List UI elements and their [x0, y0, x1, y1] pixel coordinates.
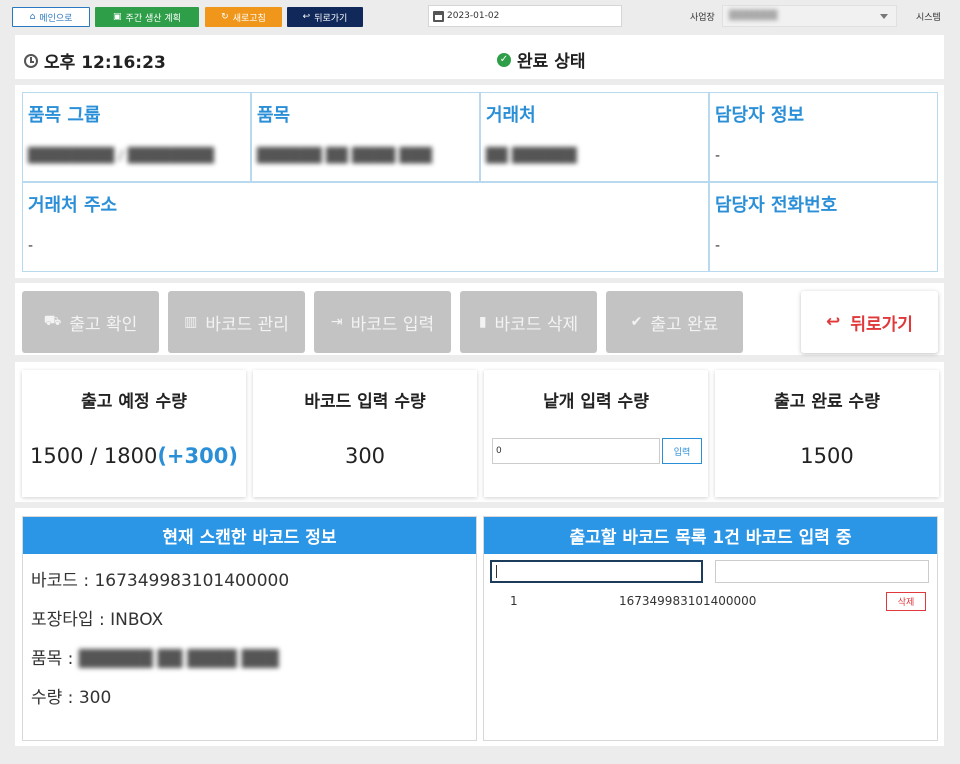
barcode-qty-label: 바코드 입력 수량 — [304, 392, 426, 412]
vendor-address-cell: 거래처 주소 - — [22, 182, 709, 272]
barcode-panels: 현재 스캔한 바코드 정보 바코드 : 167349983101400000 포… — [15, 508, 944, 746]
barcode-manage-label: 바코드 관리 — [205, 314, 289, 335]
top-back-button[interactable]: ↩ 뒤로가기 — [287, 7, 363, 27]
item-group-cell: 품목 그룹 ████████ / ████████ — [22, 92, 251, 182]
info-panel: 품목 그룹 ████████ / ████████ 품목 ██████ ██ █… — [15, 85, 944, 278]
barcode-delete-label: 바코드 삭제 — [494, 314, 579, 335]
list-row-number: 1 — [510, 594, 518, 608]
time-text: 오후 12:16:23 — [44, 53, 166, 73]
barcode-input-button[interactable]: ⇥ 바코드 입력 — [314, 291, 451, 353]
scanned-item-value: ██████ ██ ████ ███ — [78, 649, 279, 668]
planned-qty-extra: (+300) — [157, 444, 238, 468]
check-circle-icon: ✔ — [630, 314, 643, 330]
piece-qty-card: 낱개 입력 수량 0 입력 — [484, 370, 708, 497]
scanned-item-line: 품목 : ██████ ██ ████ ███ — [31, 644, 279, 669]
truck-icon: ⛟ — [43, 313, 62, 329]
refresh-icon: ↻ — [221, 12, 229, 22]
manager-phone-value: - — [715, 238, 721, 254]
sign-in-icon: ⇥ — [330, 314, 343, 330]
main-button[interactable]: ⌂ 메인으로 — [12, 7, 90, 27]
vendor-value: ██ ██████ — [486, 148, 577, 164]
status-text: 완료 상태 — [517, 52, 586, 72]
manager-phone-cell: 담당자 전화번호 - — [709, 182, 938, 272]
barcode-delete-button[interactable]: ▮ 바코드 삭제 — [460, 291, 597, 353]
item-label: 품목 — [257, 105, 291, 126]
scanned-item-prefix: 품목 : — [31, 649, 74, 669]
barcode-manage-button[interactable]: ▥ 바코드 관리 — [168, 291, 305, 353]
trash-icon: ▮ — [478, 314, 487, 330]
return-arrow-icon: ↩ — [302, 12, 311, 22]
barcode-search-input[interactable] — [715, 560, 929, 583]
weekly-plan-button[interactable]: ▣ 주간 생산 계획 — [95, 7, 199, 27]
list-row-delete-button[interactable]: 삭제 — [886, 592, 926, 611]
list-row-barcode: 167349983101400000 — [619, 594, 757, 608]
planned-qty-label: 출고 예정 수량 — [81, 392, 187, 412]
ship-complete-label: 출고 완료 — [650, 314, 719, 335]
site-label: 사업장 — [690, 13, 715, 23]
planned-qty-value: 1500 / 1800(+300) — [30, 444, 238, 468]
manager-label: 담당자 정보 — [715, 105, 805, 126]
barcode-qty-card: 바코드 입력 수량 300 — [253, 370, 477, 497]
return-arrow-icon: ↩ — [826, 312, 841, 332]
item-group-value: ████████ / ████████ — [28, 148, 214, 164]
date-picker[interactable]: 2023-01-02 — [428, 5, 622, 27]
home-icon: ⌂ — [29, 12, 36, 22]
current-time: 오후 12:16:23 — [24, 48, 166, 73]
refresh-label: 새로고침 — [232, 13, 266, 24]
item-group-label: 품목 그룹 — [28, 105, 101, 126]
date-value: 2023-01-02 — [447, 11, 500, 21]
weekly-plan-label: 주간 생산 계획 — [125, 13, 181, 24]
action-bar: ⛟ 출고 확인 ▥ 바코드 관리 ⇥ 바코드 입력 ▮ 바코드 삭제 ✔ 출고 … — [15, 283, 944, 355]
status-bar: 오후 12:16:23 ✓ 완료 상태 — [15, 35, 944, 79]
vendor-address-label: 거래처 주소 — [28, 195, 118, 216]
barcode-icon: ▥ — [184, 314, 198, 330]
quantity-panel: 출고 예정 수량 1500 / 1800(+300) 바코드 입력 수량 300… — [15, 362, 944, 502]
scanned-barcode-line: 바코드 : 167349983101400000 — [31, 571, 290, 591]
chevron-down-icon — [880, 14, 888, 19]
back-label: 뒤로가기 — [850, 314, 913, 335]
scanned-packing-line: 포장타입 : INBOX — [31, 610, 164, 630]
vendor-address-value: - — [28, 238, 34, 254]
clock-icon — [24, 53, 38, 68]
ship-confirm-button[interactable]: ⛟ 출고 확인 — [22, 291, 159, 353]
item-value: ██████ ██ ████ ███ — [257, 148, 432, 164]
manager-value: - — [715, 148, 721, 164]
completed-qty-label: 출고 완료 수량 — [774, 392, 880, 412]
piece-qty-input[interactable]: 0 — [492, 438, 660, 464]
barcode-scan-input[interactable] — [490, 560, 703, 583]
main-button-label: 메인으로 — [39, 13, 73, 24]
site-value: ███████ — [729, 11, 778, 21]
refresh-button[interactable]: ↻ 새로고침 — [205, 7, 282, 27]
scanned-quantity-line: 수량 : 300 — [31, 688, 112, 708]
completed-qty-card: 출고 완료 수량 1500 — [715, 370, 939, 497]
scanned-barcode-title: 현재 스캔한 바코드 정보 — [23, 517, 476, 554]
back-button[interactable]: ↩ 뒤로가기 — [801, 291, 938, 353]
ship-barcode-list-box: 출고할 바코드 목록 1건 바코드 입력 중 1 167349983101400… — [483, 516, 938, 741]
top-back-label: 뒤로가기 — [314, 13, 348, 24]
ship-confirm-label: 출고 확인 — [69, 314, 138, 335]
completed-qty-value: 1500 — [800, 444, 854, 468]
calendar-icon — [433, 10, 444, 22]
ship-complete-button[interactable]: ✔ 출고 완료 — [606, 291, 743, 353]
ship-barcode-list-title: 출고할 바코드 목록 1건 바코드 입력 중 — [484, 517, 937, 554]
top-toolbar: ⌂ 메인으로 ▣ 주간 생산 계획 ↻ 새로고침 ↩ 뒤로가기 2023-01-… — [0, 0, 960, 32]
system-menu[interactable]: 시스템 — [916, 10, 941, 23]
piece-qty-label: 낱개 입력 수량 — [543, 392, 649, 412]
barcode-input-label: 바코드 입력 — [350, 314, 435, 335]
planned-qty-card: 출고 예정 수량 1500 / 1800(+300) — [22, 370, 246, 497]
manager-phone-label: 담당자 전화번호 — [715, 195, 838, 216]
vendor-cell: 거래처 ██ ██████ — [480, 92, 709, 182]
check-circle-icon: ✓ — [497, 52, 511, 67]
barcode-qty-value: 300 — [344, 444, 386, 468]
status-indicator: ✓ 완료 상태 — [497, 47, 585, 72]
manager-cell: 담당자 정보 - — [709, 92, 938, 182]
vendor-label: 거래처 — [486, 105, 536, 126]
calendar-icon: ▣ — [113, 12, 122, 22]
scanned-barcode-box: 현재 스캔한 바코드 정보 바코드 : 167349983101400000 포… — [22, 516, 477, 741]
item-cell: 품목 ██████ ██ ████ ███ — [251, 92, 480, 182]
piece-qty-submit-button[interactable]: 입력 — [662, 438, 702, 464]
site-select[interactable]: ███████ — [722, 5, 897, 27]
